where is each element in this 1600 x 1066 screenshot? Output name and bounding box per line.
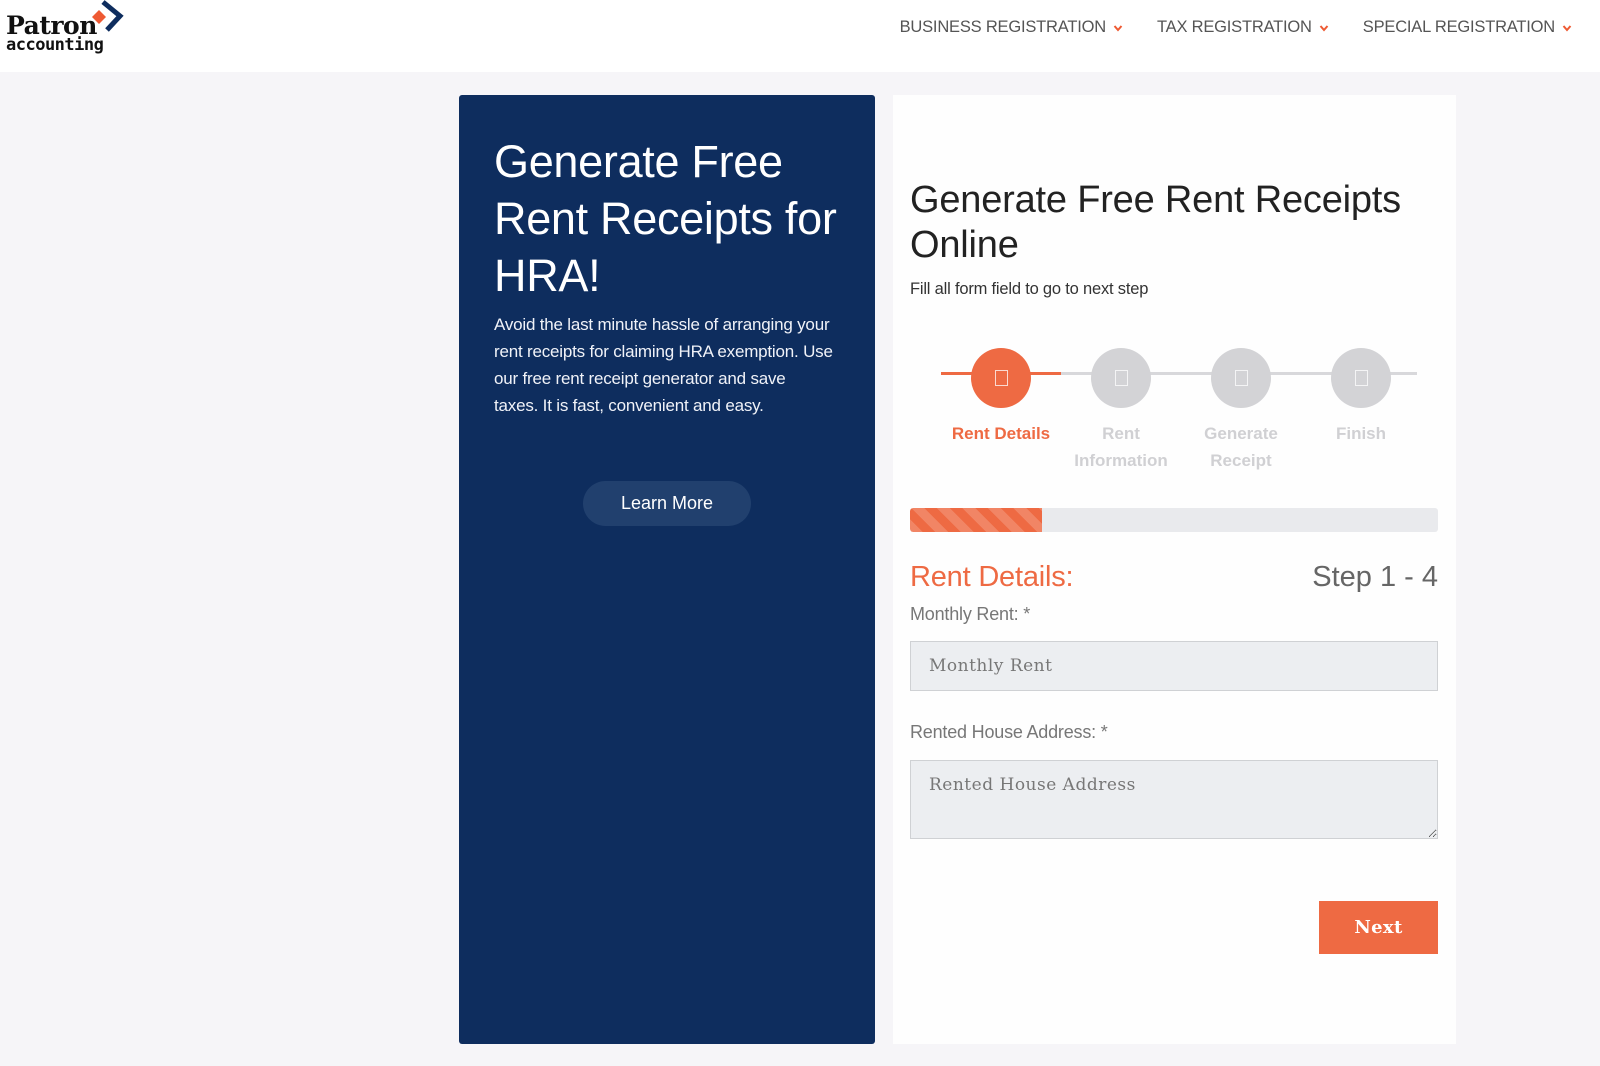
step-rent-details[interactable]: Rent Details: [941, 348, 1061, 447]
progress-bar: [910, 508, 1438, 532]
step-generate-receipt[interactable]: Generate Receipt: [1181, 348, 1301, 474]
logo-arrow-icon: [92, 0, 124, 32]
progress-stepper: Rent Details Rent Information Generate R…: [941, 348, 1437, 478]
section-title: Rent Details:: [910, 561, 1074, 593]
nav-label: TAX REGISTRATION: [1156, 18, 1312, 36]
step-finish[interactable]: Finish: [1301, 348, 1421, 447]
rent-receipt-form-card: Generate Free Rent Receipts Online Fill …: [893, 95, 1456, 1044]
address-label: Rented House Address: *: [910, 722, 1108, 742]
document-icon: [1354, 370, 1368, 386]
document-icon: [994, 370, 1008, 386]
step-counter: Step 1 - 4: [1312, 561, 1438, 593]
promo-panel: Generate Free Rent Receipts for HRA! Avo…: [459, 95, 875, 1044]
step-label: Rent Information: [1074, 424, 1168, 470]
form-title: Generate Free Rent Receipts Online: [910, 179, 1401, 266]
progress-bar-fill: [910, 508, 1042, 532]
rented-house-address-textarea[interactable]: [910, 760, 1438, 839]
step-label: Rent Details: [951, 424, 1051, 443]
chevron-down-icon: [1319, 24, 1329, 32]
nav-special-registration[interactable]: SPECIAL REGISTRATION: [1363, 18, 1572, 37]
nav-tax-registration[interactable]: TAX REGISTRATION: [1157, 18, 1329, 37]
patron-accounting-logo[interactable]: Patron accounting: [6, 0, 136, 60]
step-label: Generate Receipt: [1204, 424, 1278, 470]
step-circle: [1331, 348, 1391, 408]
promo-title: Generate Free Rent Receipts for HRA!: [494, 136, 837, 301]
step-label: Finish: [1335, 424, 1387, 443]
step-circle: [971, 348, 1031, 408]
form-subtitle: Fill all form field to go to next step: [910, 280, 1149, 298]
learn-more-button[interactable]: Learn More: [583, 481, 751, 526]
logo-wordmark-accounting: accounting: [6, 35, 104, 55]
promo-description: Avoid the last minute hassle of arrangin…: [494, 315, 833, 415]
document-icon: [1114, 370, 1128, 386]
main-nav: BUSINESS REGISTRATION TAX REGISTRATION S…: [900, 18, 1572, 37]
document-icon: [1234, 370, 1248, 386]
monthly-rent-label: Monthly Rent: *: [910, 604, 1031, 624]
next-button[interactable]: Next: [1319, 901, 1438, 954]
nav-label: BUSINESS REGISTRATION: [899, 18, 1107, 36]
chevron-down-icon: [1113, 24, 1123, 32]
nav-label: SPECIAL REGISTRATION: [1362, 18, 1555, 36]
nav-business-registration[interactable]: BUSINESS REGISTRATION: [900, 18, 1123, 37]
step-circle: [1211, 348, 1271, 408]
site-header: Patron accounting BUSINESS REGISTRATION …: [0, 0, 1600, 72]
step-circle: [1091, 348, 1151, 408]
monthly-rent-input[interactable]: [910, 641, 1438, 691]
step-rent-information[interactable]: Rent Information: [1061, 348, 1181, 474]
chevron-down-icon: [1562, 24, 1572, 32]
